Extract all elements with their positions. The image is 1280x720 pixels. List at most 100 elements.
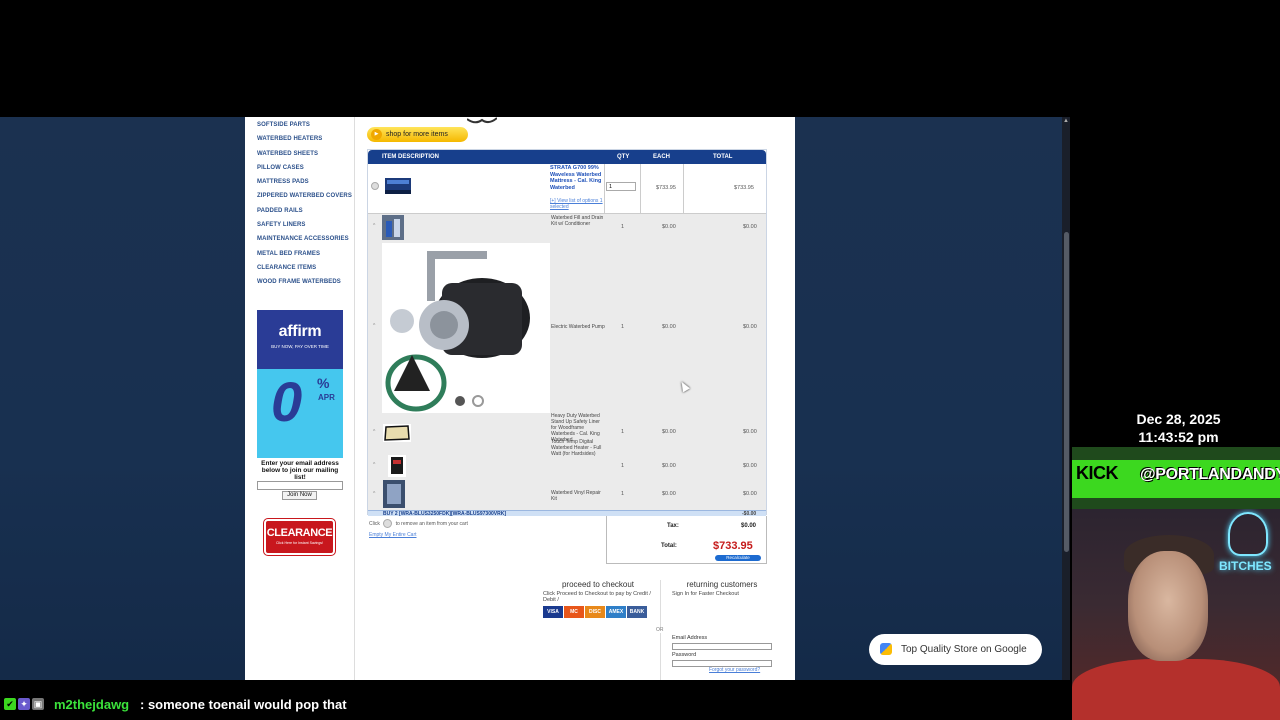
safety-liner-thumbnail[interactable] <box>383 424 411 442</box>
item-each-price: $0.00 <box>662 429 676 435</box>
affirm-header: affirm BUY NOW, PAY OVER TIME <box>257 310 343 369</box>
stream-datetime: Dec 28, 2025 11:43:52 pm <box>1100 410 1257 446</box>
col-total: TOTAL <box>713 154 733 160</box>
chevron-up-icon: ^ <box>373 323 376 329</box>
heater-thumbnail[interactable] <box>388 455 406 477</box>
item-total-price: $0.00 <box>743 463 757 469</box>
returning-customers-section: returning customers Sign In for Faster C… <box>672 580 772 597</box>
item-qty: 1 <box>621 429 625 435</box>
item-each-price: $0.00 <box>662 324 676 330</box>
forgot-password-link[interactable]: Forgot your password? <box>709 667 760 673</box>
chat-message: : someone toenail would pop that <box>140 697 347 712</box>
scrollbar-thumb[interactable] <box>1064 232 1069 552</box>
category-link[interactable]: PADDED RAILS <box>257 204 352 218</box>
column-divider <box>640 164 641 214</box>
item-total-price: $0.00 <box>743 224 757 230</box>
clearance-title: CLEARANCE <box>266 527 333 539</box>
category-link[interactable]: WOOD FRAME WATERBEDS <box>257 275 352 289</box>
item-qty: 1 <box>621 491 625 497</box>
total-value: $733.95 <box>713 540 753 552</box>
column-divider <box>604 164 605 214</box>
category-link[interactable]: WATERBED HEATERS <box>257 132 352 146</box>
category-link[interactable]: CLEARANCE ITEMS <box>257 261 352 275</box>
affirm-apr-panel: 0 % APR <box>257 369 343 458</box>
clearance-banner[interactable]: CLEARANCE Click Here for Instant Savings… <box>263 518 336 556</box>
neon-sign-text: BITCHES <box>1219 559 1272 573</box>
recalculate-button[interactable]: Recalculate <box>715 555 761 561</box>
overlay-background <box>1070 117 1280 447</box>
tax-label: Tax: <box>667 523 679 529</box>
top-letterbox <box>0 0 1280 117</box>
category-link[interactable]: METAL BED FRAMES <box>257 247 352 261</box>
item-description: Waterbed Vinyl Repair Kit <box>551 490 601 502</box>
password-field[interactable] <box>672 660 772 667</box>
checkmark-icon: ✔ <box>4 698 16 710</box>
google-store-badge[interactable]: Top Quality Store on Google <box>869 634 1042 665</box>
chat-username: m2thejdawg <box>54 697 130 712</box>
remove-hint: Click to remove an item from your cart <box>369 519 468 528</box>
category-link[interactable]: SAFETY LINERS <box>257 218 352 232</box>
neon-sign-icon <box>1228 512 1268 556</box>
mattress-thumbnail[interactable] <box>384 174 412 196</box>
repair-kit-thumbnail[interactable] <box>383 480 405 508</box>
visa-icon: VISA <box>543 606 563 618</box>
stream-time: 11:43:52 pm <box>1138 429 1219 445</box>
item-each-price: $0.00 <box>662 491 676 497</box>
category-link[interactable]: WATERBED SHEETS <box>257 147 352 161</box>
discover-icon: DISC <box>585 606 605 618</box>
waterbed-pump-image[interactable] <box>382 243 550 413</box>
amex-icon: AMEX <box>606 606 626 618</box>
col-description: ITEM DESCRIPTION <box>382 154 440 160</box>
category-link[interactable]: ZIPPERED WATERBED COVERS <box>257 189 352 203</box>
fill-drain-kit-thumbnail[interactable] <box>382 215 404 240</box>
chat-badges: ✔ ✦ ▣ <box>4 698 44 710</box>
checkout-subtitle: Click Proceed to Checkout to pay by Cred… <box>543 591 651 603</box>
category-sidebar: SOFTSIDE PARTS WATERBED HEATERS WATERBED… <box>245 117 355 680</box>
email-label: Email Address <box>672 635 708 641</box>
category-link[interactable]: MATTRESS PADS <box>257 175 352 189</box>
remove-item-icon <box>383 519 393 528</box>
item-total-price: $0.00 <box>743 491 757 497</box>
checkout-title[interactable]: proceed to checkout <box>543 580 653 589</box>
chevron-up-icon: ^ <box>373 462 376 468</box>
category-link[interactable]: SOFTSIDE PARTS <box>257 118 352 132</box>
chevron-up-icon: ^ <box>373 223 376 229</box>
payment-cards[interactable]: VISA MC DISC AMEX BANK <box>543 606 653 619</box>
included-items: ^ Waterbed Fill and Drain Kit w/ Conditi… <box>368 214 766 510</box>
email-field[interactable] <box>672 643 772 650</box>
mailing-email-input[interactable] <box>257 481 343 490</box>
cart-row-main: STRATA G700 99% Waveless Waterbed Mattre… <box>368 164 766 214</box>
total-label: Total: <box>661 543 677 549</box>
returning-title: returning customers <box>686 580 758 589</box>
quantity-input[interactable]: 1 <box>606 182 636 191</box>
bank-icon: BANK <box>627 606 647 618</box>
column-divider <box>683 164 684 214</box>
affirm-zero: 0 <box>271 370 303 433</box>
cart-table: ITEM DESCRIPTION QTY EACH TOTAL STRATA G… <box>367 149 767 517</box>
item-total-price: $0.00 <box>743 429 757 435</box>
item-qty: 1 <box>621 224 625 230</box>
clearance-subtitle: Click Here for Instant Savings! <box>275 541 324 545</box>
affirm-apr: APR <box>318 393 335 402</box>
item-title-link[interactable]: STRATA G700 99% Waveless Waterbed Mattre… <box>550 165 606 191</box>
chevron-up-icon: ^ <box>373 429 376 435</box>
remove-item-icon[interactable] <box>371 182 379 190</box>
chevron-up-icon: ^ <box>373 491 376 497</box>
item-qty: 1 <box>621 463 625 469</box>
view-options-link[interactable]: [+] View list of options 1 selected <box>550 198 606 210</box>
item-each-price: $0.00 <box>662 463 676 469</box>
item-each-price: $0.00 <box>662 224 676 230</box>
category-link[interactable]: MAINTENANCE ACCESSORIES <box>257 232 352 246</box>
join-now-button[interactable]: Join Now <box>282 491 317 500</box>
checkout-section: proceed to checkout Click Proceed to Che… <box>543 580 653 619</box>
shop-more-button[interactable]: shop for more items <box>367 127 468 142</box>
item-description: Waterbed Fill and Drain Kit w/ Condition… <box>551 215 604 227</box>
affirm-banner[interactable]: affirm BUY NOW, PAY OVER TIME 0 % APR <box>257 310 343 458</box>
empty-cart-link[interactable]: Empty My Entire Cart <box>369 532 417 538</box>
mailing-list-text: Enter your email address below to join o… <box>261 460 339 481</box>
col-each: EACH <box>653 154 671 160</box>
category-link[interactable]: PILLOW CASES <box>257 161 352 175</box>
scroll-up-icon[interactable]: ▲ <box>1063 118 1069 124</box>
category-list: SOFTSIDE PARTS WATERBED HEATERS WATERBED… <box>245 118 352 290</box>
stream-date: Dec 28, 2025 <box>1136 411 1221 427</box>
